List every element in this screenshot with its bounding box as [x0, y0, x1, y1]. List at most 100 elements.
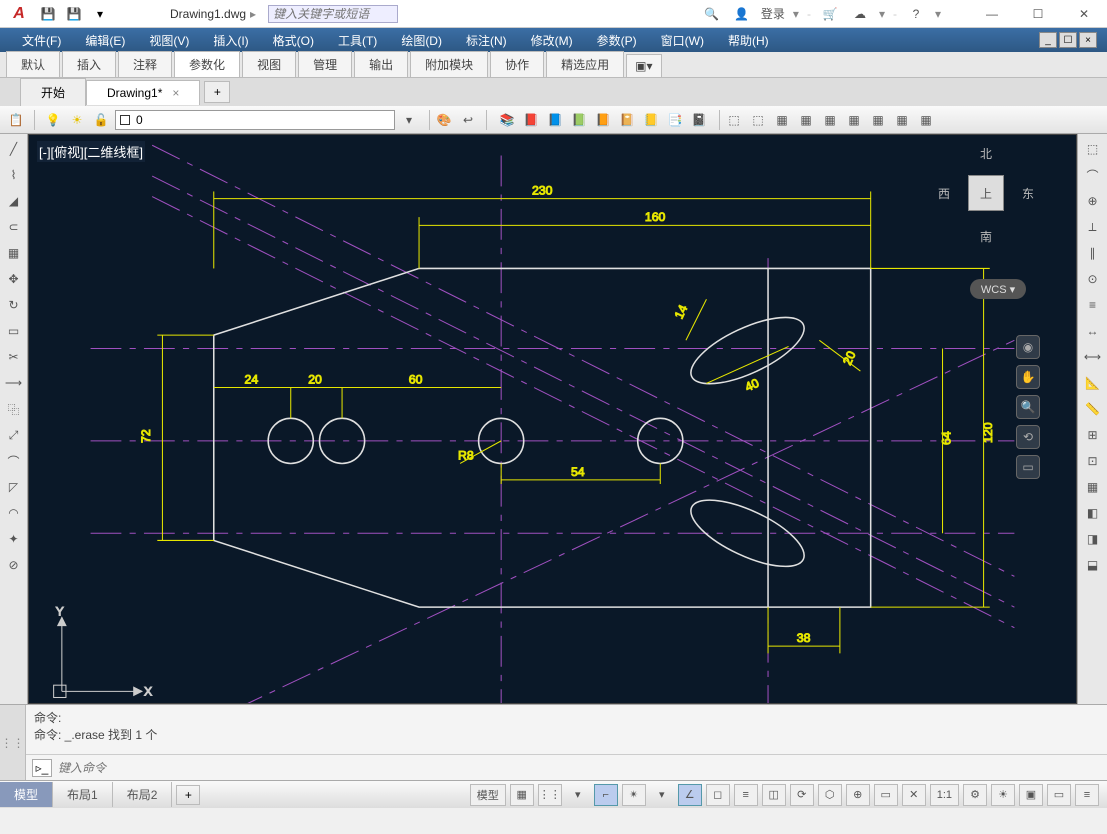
group2-icon[interactable]: ⬚ [748, 110, 768, 130]
cmd-prompt-icon[interactable]: ▹_ [32, 759, 52, 777]
group9-icon[interactable]: ▦ [916, 110, 936, 130]
rtool-16-icon[interactable]: ◨ [1082, 528, 1104, 550]
tool-move-icon[interactable]: ✥ [3, 268, 25, 290]
cart-icon[interactable]: 🛒 [819, 3, 841, 25]
minimize-button[interactable]: — [969, 0, 1015, 28]
nav-wheel-icon[interactable]: ◉ [1016, 335, 1040, 359]
rtool-5-icon[interactable]: ∥ [1082, 242, 1104, 264]
cmd-handle-icon[interactable]: ⋮⋮ [0, 705, 26, 780]
doc-max-button[interactable]: ☐ [1059, 32, 1077, 48]
qat-save-icon[interactable]: 💾 [38, 4, 58, 24]
qat-saveas-icon[interactable]: 💾 [64, 4, 84, 24]
tool-explode-icon[interactable]: ✦ [3, 528, 25, 550]
share-dropdown-icon[interactable]: ▾ [879, 7, 885, 21]
nav-orbit-icon[interactable]: ⟲ [1016, 425, 1040, 449]
group5-icon[interactable]: ▦ [820, 110, 840, 130]
layermerge-icon[interactable]: 📑 [665, 110, 685, 130]
bulb-on-icon[interactable]: 💡 [43, 110, 63, 130]
lock-icon[interactable]: 🔓 [91, 110, 111, 130]
menu-file[interactable]: 文件(F) [10, 28, 73, 52]
command-input[interactable] [58, 761, 1101, 775]
maximize-button[interactable]: ☐ [1015, 0, 1061, 28]
sb-custom-icon[interactable]: ≡ [1075, 784, 1099, 806]
nav-zoom-icon[interactable]: 🔍 [1016, 395, 1040, 419]
user-icon[interactable]: 👤 [731, 3, 753, 25]
layerfrz-icon[interactable]: 📘 [545, 110, 565, 130]
rtool-15-icon[interactable]: ◧ [1082, 502, 1104, 524]
sb-ortho-icon[interactable]: ⌐ [594, 784, 618, 806]
rtool-12-icon[interactable]: ⊞ [1082, 424, 1104, 446]
tool-arc-icon[interactable]: ◠ [3, 502, 25, 524]
menu-tools[interactable]: 工具(T) [326, 28, 389, 52]
sb-iso-icon[interactable]: ▣ [1019, 784, 1043, 806]
ribbon-tab-output[interactable]: 输出 [354, 51, 408, 77]
sb-otrack-icon[interactable]: ◻ [706, 784, 730, 806]
rtool-7-icon[interactable]: ≡ [1082, 294, 1104, 316]
rtool-10-icon[interactable]: 📐 [1082, 372, 1104, 394]
rtool-4-icon[interactable]: ⟂ [1082, 216, 1104, 238]
tool-break-icon[interactable]: ⊘ [3, 554, 25, 576]
tool-array-icon[interactable]: ▦ [3, 242, 25, 264]
menu-param[interactable]: 参数(P) [585, 28, 649, 52]
app-logo[interactable]: A [6, 1, 32, 27]
rtool-8-icon[interactable]: ↔ [1082, 320, 1104, 342]
ribbon-tab-collab[interactable]: 协作 [490, 51, 544, 77]
sb-scale[interactable]: 1:1 [930, 784, 959, 806]
ribbon-tab-default[interactable]: 默认 [6, 51, 60, 77]
layer-selector[interactable]: 0 [115, 110, 395, 130]
tool-polyline-icon[interactable]: ⌇ [3, 164, 25, 186]
wcs-selector[interactable]: WCS ▾ [970, 279, 1026, 299]
rtool-14-icon[interactable]: ▦ [1082, 476, 1104, 498]
tool-copy-icon[interactable]: ⿻ [3, 398, 25, 420]
layerdel-icon[interactable]: 📓 [689, 110, 709, 130]
layeroff-icon[interactable]: 📕 [521, 110, 541, 130]
ribbon-tab-addins[interactable]: 附加模块 [410, 51, 488, 77]
menu-edit[interactable]: 编辑(E) [73, 28, 137, 52]
layer-prop-icon[interactable]: 📋 [6, 110, 26, 130]
rtool-11-icon[interactable]: 📏 [1082, 398, 1104, 420]
sb-grid-icon[interactable]: ▦ [510, 784, 534, 806]
sb-model[interactable]: 模型 [470, 784, 506, 806]
layout-add-button[interactable]: + [176, 785, 200, 805]
sun-icon[interactable]: ☀ [67, 110, 87, 130]
menu-insert[interactable]: 插入(I) [201, 28, 260, 52]
vc-top[interactable]: 上 [968, 175, 1004, 211]
menu-format[interactable]: 格式(O) [261, 28, 326, 52]
tool-chamfer-icon[interactable]: ◸ [3, 476, 25, 498]
menu-help[interactable]: 帮助(H) [716, 28, 781, 52]
rtool-17-icon[interactable]: ⬓ [1082, 554, 1104, 576]
tool-offset-icon[interactable]: ⊂ [3, 216, 25, 238]
doc-min-button[interactable]: _ [1039, 32, 1057, 48]
sb-clean-icon[interactable]: ▭ [1047, 784, 1071, 806]
sb-snap-icon[interactable]: ⋮⋮ [538, 784, 562, 806]
sb-gear-icon[interactable]: ⚙ [963, 784, 987, 806]
rtool-6-icon[interactable]: ⊙ [1082, 268, 1104, 290]
group8-icon[interactable]: ▦ [892, 110, 912, 130]
sb-units-icon[interactable]: ✕ [902, 784, 926, 806]
tool-extend-icon[interactable]: ⟶ [3, 372, 25, 394]
tool-mirror-icon[interactable]: ◢ [3, 190, 25, 212]
nav-show-icon[interactable]: ▭ [1016, 455, 1040, 479]
rtool-2-icon[interactable]: ⌒ [1082, 164, 1104, 186]
menu-dim[interactable]: 标注(N) [454, 28, 519, 52]
file-tab-start[interactable]: 开始 [20, 78, 86, 106]
sb-polar-icon[interactable]: ✴ [622, 784, 646, 806]
layeron-icon[interactable]: 📒 [641, 110, 661, 130]
ribbon-tab-view[interactable]: 视图 [242, 51, 296, 77]
layer-dropdown-icon[interactable]: ▾ [399, 110, 419, 130]
vc-west[interactable]: 西 [938, 185, 950, 202]
ribbon-tab-manage[interactable]: 管理 [298, 51, 352, 77]
group7-icon[interactable]: ▦ [868, 110, 888, 130]
vc-east[interactable]: 东 [1022, 185, 1034, 202]
tool-rect-icon[interactable]: ▭ [3, 320, 25, 342]
group4-icon[interactable]: ▦ [796, 110, 816, 130]
layout-tab-model[interactable]: 模型 [0, 782, 53, 807]
group6-icon[interactable]: ▦ [844, 110, 864, 130]
sb-osnap-icon[interactable]: ∠ [678, 784, 702, 806]
menu-draw[interactable]: 绘图(D) [389, 28, 454, 52]
tool-trim-icon[interactable]: ✂ [3, 346, 25, 368]
menu-window[interactable]: 窗口(W) [649, 28, 716, 52]
sb-ann-icon[interactable]: ☀ [991, 784, 1015, 806]
layerthaw-icon[interactable]: 📔 [617, 110, 637, 130]
menu-modify[interactable]: 修改(M) [519, 28, 585, 52]
